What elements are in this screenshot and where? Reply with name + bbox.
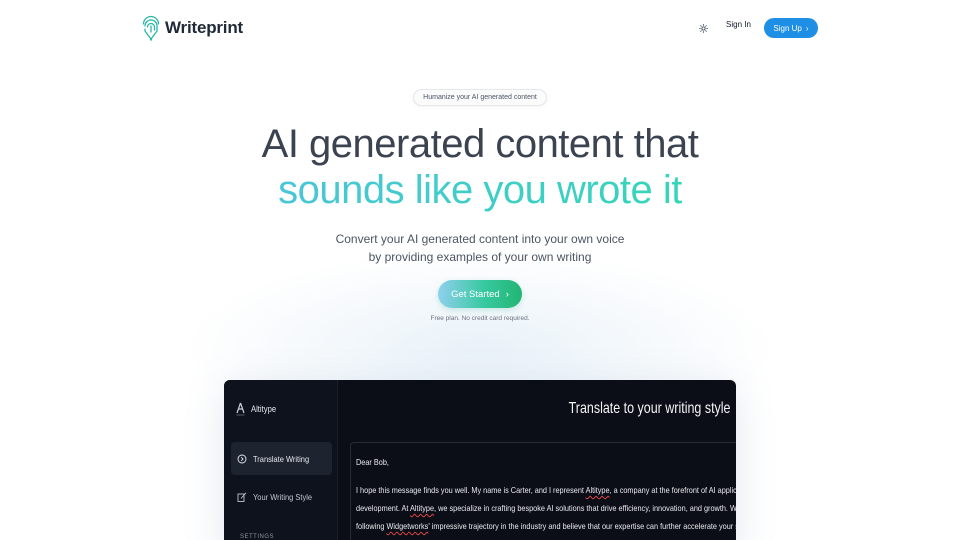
sidebar-item-label: Your Writing Style	[253, 491, 313, 502]
brand-logo[interactable]: Writeprint	[142, 14, 243, 42]
sun-icon	[698, 23, 708, 33]
top-nav: Writeprint Sign In Sign Up ›	[0, 0, 960, 56]
sign-up-label: Sign Up	[773, 23, 802, 33]
get-started-label: Get Started	[451, 288, 500, 300]
doc-greeting: Dear Bob,	[356, 457, 389, 467]
fingerprint-pen-icon	[142, 15, 160, 41]
theme-toggle-button[interactable]	[696, 21, 710, 35]
sign-in-link[interactable]: Sign In	[726, 20, 751, 29]
preview-page-title: Translate to your writing style	[568, 400, 730, 417]
preview-sidebar: Altitype Translate Writing Your Writing …	[224, 380, 338, 540]
cta-note: Free plan. No credit card required.	[430, 315, 530, 322]
hero-headline-highlight: sounds like you wrote it	[278, 168, 682, 212]
spellcheck-word: Altitype	[410, 503, 435, 513]
app-preview: Altitype Translate Writing Your Writing …	[224, 380, 736, 540]
sidebar-section-label: SETTINGS	[240, 534, 275, 540]
hero-subtitle-line2: by providing examples of your own writin…	[368, 250, 592, 264]
sign-up-button[interactable]: Sign Up ›	[764, 18, 818, 38]
preview-document-editor[interactable]: Dear Bob, I hope this message finds you …	[350, 442, 736, 540]
sidebar-item-label: Translate Writing	[253, 453, 310, 464]
sidebar-item-translate-writing[interactable]: Translate Writing	[231, 442, 332, 475]
doc-line: following Widgetworks' impressive trajec…	[356, 521, 736, 531]
chevron-right-icon: ›	[505, 288, 509, 300]
hero-badge: Humanize your AI generated content	[413, 89, 547, 106]
brand-name: Writeprint	[165, 18, 243, 37]
doc-line: I hope this message finds you well. My n…	[356, 485, 736, 495]
spellcheck-word: Altitype	[585, 485, 610, 495]
hero-headline-line1: AI generated content that	[261, 122, 699, 166]
hero-headline-line2: sounds like you wrote it	[0, 167, 960, 213]
circle-arrow-icon	[237, 454, 247, 463]
altitype-logo-icon	[236, 402, 245, 416]
spellcheck-word: Widgetworks	[386, 521, 429, 531]
sidebar-item-your-writing-style[interactable]: Your Writing Style	[231, 480, 332, 513]
pen-note-icon	[237, 492, 247, 502]
chevron-right-icon: ›	[805, 23, 809, 33]
get-started-button[interactable]: Get Started ›	[438, 280, 522, 308]
doc-line: development. At Altitype, we specialize …	[356, 503, 736, 513]
hero-subtitle-line1: Convert your AI generated content into y…	[335, 232, 625, 246]
preview-app-logo: Altitype	[236, 402, 281, 416]
preview-app-name: Altitype	[251, 404, 277, 414]
